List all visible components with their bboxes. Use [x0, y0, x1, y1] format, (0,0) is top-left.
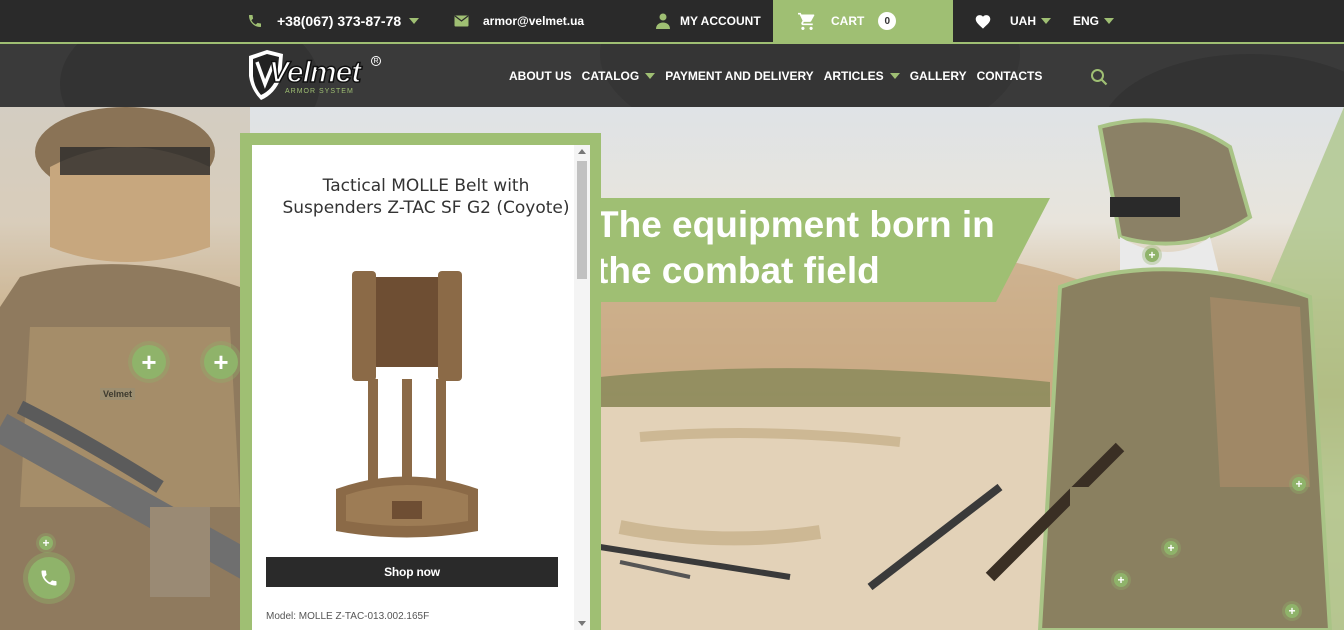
- cart-label: CART: [831, 14, 865, 28]
- call-back-button[interactable]: [28, 557, 70, 599]
- header-decor: [1100, 54, 1344, 107]
- headline-line-1: The equipment born in: [596, 204, 995, 245]
- search-icon: [1091, 69, 1108, 86]
- card-scrollbar-thumb[interactable]: [577, 161, 587, 279]
- product-model: Model: MOLLE Z-TAC-013.002.165F: [266, 611, 430, 622]
- headline-line-2: the combat field: [596, 250, 880, 291]
- logo-tagline: ARMOR SYSTEM: [285, 88, 354, 95]
- cart-button[interactable]: CART 0: [773, 0, 953, 42]
- email-link[interactable]: armor@velmet.ua: [454, 0, 584, 42]
- nav-item-catalog[interactable]: CATALOG: [582, 69, 656, 83]
- logo-brand: Velmet: [268, 55, 362, 90]
- cart-count-badge: 0: [878, 12, 897, 30]
- nav-item-label: PAYMENT AND DELIVERY: [665, 68, 814, 83]
- product-card: Tactical MOLLE Belt with Suspenders Z-TA…: [252, 145, 590, 630]
- my-account-link[interactable]: MY ACCOUNT: [656, 0, 761, 42]
- nav-item-label: CATALOG: [581, 68, 640, 83]
- nav-item-contacts[interactable]: CONTACTS: [977, 69, 1043, 83]
- velmet-patch: Velmet: [100, 388, 136, 400]
- hotspot-plus-button[interactable]: +: [1145, 248, 1159, 262]
- user-icon: [656, 13, 670, 29]
- chevron-down-icon: [409, 18, 420, 24]
- phone-icon: [41, 570, 57, 586]
- phone-number: +38(067) 373-87-78: [277, 13, 402, 29]
- nav-item-label: ABOUT US: [509, 68, 572, 83]
- hotspot-plus-button[interactable]: +: [39, 536, 53, 550]
- chevron-down-icon: [889, 72, 900, 79]
- hotspot-plus-button[interactable]: +: [1292, 477, 1306, 491]
- heart-icon: [975, 15, 991, 29]
- hotspot-plus-button[interactable]: +: [204, 345, 238, 379]
- site-logo[interactable]: Velmet R ARMOR SYSTEM: [247, 48, 387, 102]
- cart-icon: [798, 12, 815, 30]
- phone-icon: [249, 15, 261, 27]
- nav-item-label: CONTACTS: [976, 68, 1043, 83]
- chevron-down-icon: [1041, 18, 1051, 24]
- registered-icon: R: [371, 56, 381, 66]
- phone-dropdown[interactable]: +38(067) 373-87-78: [247, 0, 420, 42]
- soldier-right-image: [985, 118, 1333, 630]
- shop-now-button[interactable]: Shop now: [266, 557, 558, 587]
- hotspot-plus-button[interactable]: +: [1164, 541, 1178, 555]
- nav-item-label: ARTICLES: [823, 68, 884, 83]
- product-image[interactable]: [332, 269, 482, 544]
- scroll-up-arrow-icon[interactable]: [578, 149, 586, 154]
- hotspot-plus-button[interactable]: +: [1114, 573, 1128, 587]
- nav-item-about-us[interactable]: ABOUT US: [509, 69, 572, 83]
- hero-headline: The equipment born in the combat field: [596, 198, 1050, 302]
- nav-item-gallery[interactable]: GALLERY: [910, 69, 967, 83]
- search-button[interactable]: [1090, 68, 1108, 86]
- nav-item-articles[interactable]: ARTICLES: [824, 69, 900, 83]
- language-dropdown[interactable]: ENG: [1073, 0, 1115, 42]
- main-nav: ABOUT US CATALOG PAYMENT AND DELIVERY AR…: [509, 44, 1042, 107]
- chevron-down-icon: [645, 72, 656, 79]
- hero-banner: + + + + + + + + Velmet: [0, 107, 1344, 630]
- scroll-down-arrow-icon[interactable]: [578, 621, 586, 626]
- currency-dropdown[interactable]: UAH: [1010, 0, 1051, 42]
- mail-icon: [454, 15, 469, 27]
- chevron-down-icon: [1104, 18, 1115, 24]
- currency-label: UAH: [1010, 14, 1036, 28]
- wishlist-button[interactable]: [974, 0, 992, 42]
- email-address: armor@velmet.ua: [483, 14, 585, 28]
- language-label: ENG: [1073, 14, 1100, 28]
- hotspot-plus-button[interactable]: +: [132, 345, 166, 379]
- hotspot-plus-button[interactable]: +: [1285, 604, 1299, 618]
- nav-item-label: GALLERY: [909, 68, 967, 83]
- nav-item-payment-delivery[interactable]: PAYMENT AND DELIVERY: [665, 69, 813, 83]
- product-title[interactable]: Tactical MOLLE Belt with Suspenders Z-TA…: [276, 175, 576, 219]
- my-account-label: MY ACCOUNT: [680, 14, 761, 28]
